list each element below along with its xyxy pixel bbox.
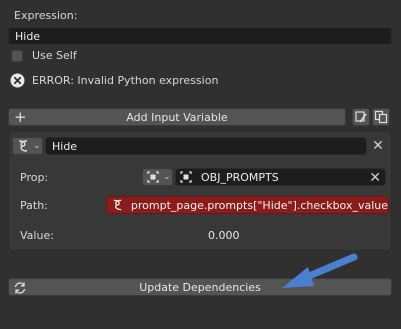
- chevron-down-icon: ⌄: [33, 141, 41, 151]
- expression-input[interactable]: Hide: [8, 27, 392, 45]
- data-path-input[interactable]: prompt_page.prompts["Hide"].checkbox_val…: [106, 196, 389, 214]
- error-message: ERROR: Invalid Python expression: [32, 74, 219, 87]
- eyedropper-button[interactable]: [352, 108, 370, 126]
- object-icon: [180, 171, 192, 183]
- chevron-down-icon: ⌄: [163, 172, 171, 182]
- path-label: Path:: [20, 199, 48, 212]
- driver-variable-icon: [18, 140, 28, 152]
- clear-prop-close-icon[interactable]: ✕: [369, 170, 381, 186]
- prop-object-field[interactable]: OBJ_PROMPTS ✕: [175, 168, 386, 186]
- prop-object-name: OBJ_PROMPTS: [201, 170, 279, 184]
- copy-button[interactable]: [372, 108, 390, 126]
- data-path-value: prompt_page.prompts["Hide"].checkbox_val…: [130, 198, 388, 212]
- driver-variable-icon: [113, 199, 122, 211]
- error-x-circle-icon: [10, 73, 25, 88]
- expression-label: Expression:: [14, 9, 78, 22]
- refresh-icon: [14, 282, 26, 294]
- id-type-dropdown[interactable]: ⌄: [142, 168, 173, 186]
- add-input-variable-label: Add Input Variable: [126, 110, 228, 124]
- value-label: Value:: [20, 229, 54, 242]
- variable-value: 0.000: [208, 229, 240, 242]
- object-icon: [147, 171, 159, 183]
- variable-name: Hide: [52, 139, 78, 153]
- add-input-variable-button[interactable]: + Add Input Variable: [8, 108, 346, 126]
- use-self-label: Use Self: [32, 49, 77, 62]
- variable-name-input[interactable]: Hide: [45, 137, 367, 155]
- eyedropper-icon: [355, 111, 367, 123]
- update-dependencies-label: Update Dependencies: [139, 280, 261, 294]
- variable-type-dropdown[interactable]: ⌄: [12, 137, 43, 155]
- use-self-checkbox[interactable]: [11, 50, 23, 62]
- prop-label: Prop:: [20, 171, 49, 184]
- copy-icon: [374, 110, 388, 124]
- annotation-arrow: [282, 253, 358, 288]
- expression-value: Hide: [15, 29, 41, 43]
- plus-icon: +: [14, 108, 27, 126]
- remove-variable-close-icon[interactable]: ✕: [370, 137, 386, 155]
